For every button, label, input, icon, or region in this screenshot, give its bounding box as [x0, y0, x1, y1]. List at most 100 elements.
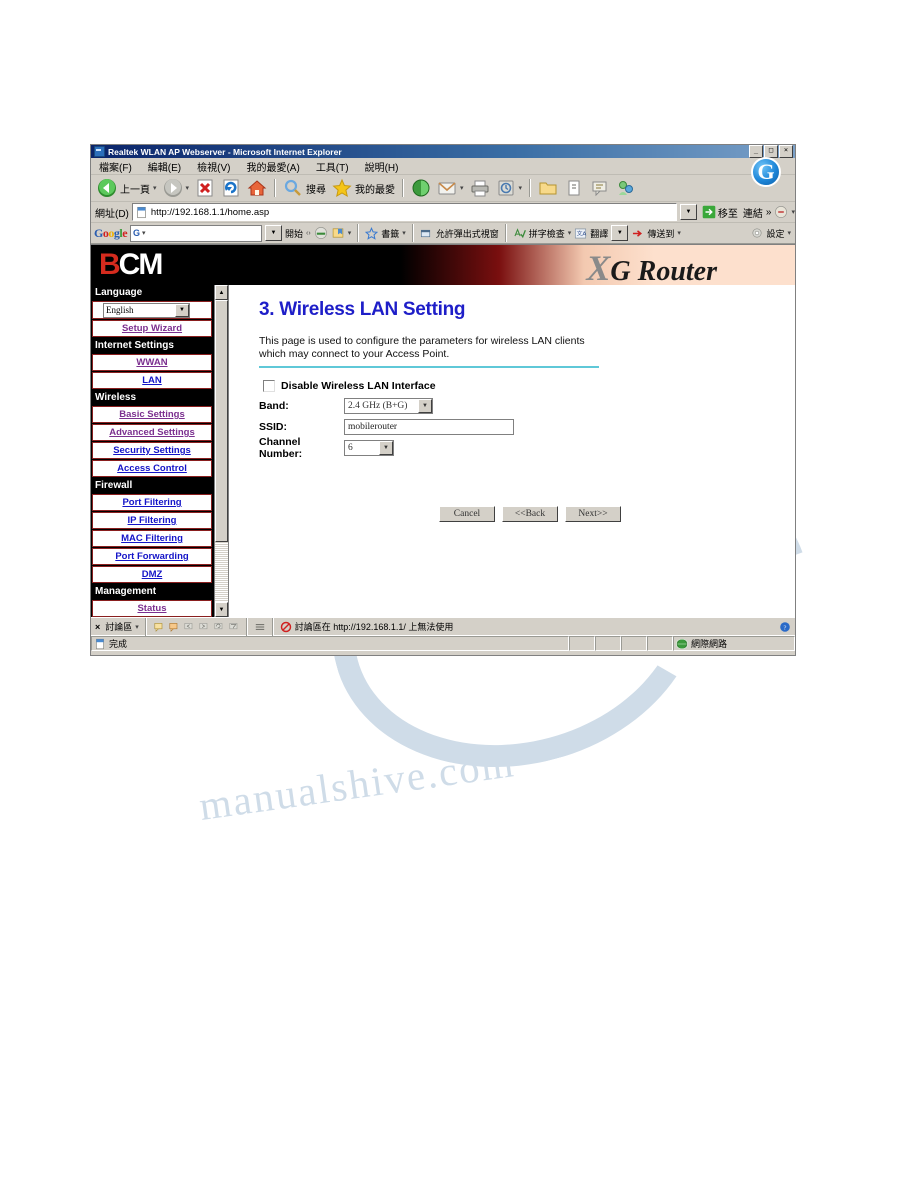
chevron-down-icon[interactable]: ▼ — [418, 399, 432, 413]
stop-button[interactable] — [193, 177, 217, 199]
forward-caret-icon[interactable]: ▾ — [186, 184, 190, 192]
google-settings-button[interactable]: 設定 — [766, 227, 784, 240]
band-label: Band: — [259, 400, 289, 412]
refresh-icon — [223, 179, 239, 197]
google-popup-button[interactable]: 允許彈出式視窗 — [436, 227, 499, 240]
forward-button[interactable]: ▾ — [161, 177, 192, 199]
menu-edit[interactable]: 編輯(E) — [148, 159, 181, 174]
sidebar-item-wwan[interactable]: WWAN — [92, 354, 212, 371]
refresh-discussion-icon[interactable] — [213, 621, 225, 633]
search-button[interactable]: 搜尋 — [281, 177, 328, 199]
mail-caret-icon[interactable]: ▾ — [460, 184, 464, 192]
print-button[interactable] — [468, 177, 492, 199]
google-sendto-button[interactable]: 傳送到 — [647, 227, 674, 240]
sidebar-item-security-settings[interactable]: Security Settings — [92, 442, 212, 459]
google-translate-dropdown-icon[interactable]: ▼ — [611, 225, 629, 241]
address-input[interactable]: http://192.168.1.1/home.asp — [131, 203, 677, 221]
google-settings-caret-icon[interactable]: ▾ — [787, 229, 791, 237]
discuss-button[interactable] — [588, 177, 612, 199]
google-search-dropdown-icon[interactable]: ▼ — [265, 225, 283, 241]
menu-help[interactable]: 說明(H) — [365, 159, 399, 174]
discussion-status-message: 討論區在 http://192.168.1.1/ 上無法使用 — [294, 622, 454, 632]
scroll-down-icon[interactable]: ▼ — [215, 602, 228, 617]
next-discussion-icon[interactable] — [198, 621, 210, 633]
google-sendto-caret-icon[interactable]: ▾ — [677, 229, 681, 237]
favorites-button[interactable]: 我的最愛 — [330, 177, 397, 199]
folder-button[interactable] — [536, 177, 560, 199]
scrollbar-thumb[interactable] — [215, 300, 228, 542]
cancel-button[interactable]: Cancel — [439, 506, 495, 522]
google-search-input[interactable]: G ▾ — [130, 224, 263, 242]
subscribe-discussion-icon[interactable] — [254, 621, 266, 633]
close-button[interactable]: × — [779, 145, 793, 158]
back-button[interactable]: <<Back — [502, 506, 558, 522]
history-caret-icon[interactable]: ▾ — [519, 184, 523, 192]
sidebar-item-label: Basic Settings — [119, 409, 185, 420]
window-controls: _ □ × — [749, 145, 794, 158]
back-caret-icon[interactable]: ▾ — [153, 184, 157, 192]
refresh-button[interactable] — [219, 177, 243, 199]
disable-wlan-checkbox[interactable] — [263, 380, 275, 392]
channel-select[interactable]: 6 ▼ — [344, 440, 394, 456]
links-overflow-icon[interactable]: » — [766, 207, 772, 218]
menu-view[interactable]: 檢視(V) — [197, 159, 230, 174]
prev-discussion-icon[interactable] — [183, 621, 195, 633]
google-start-caret-icon[interactable]: ‹› — [306, 230, 311, 237]
sidebar-item-port-forwarding[interactable]: Port Forwarding — [92, 548, 212, 565]
chevron-down-icon[interactable]: ▼ — [379, 441, 393, 455]
links-caret-icon[interactable]: ▾ — [791, 208, 795, 216]
google-bookmarks-button[interactable]: 書籤 — [381, 227, 399, 240]
sidebar-item-port-filtering[interactable]: Port Filtering — [92, 494, 212, 511]
menu-favorites[interactable]: 我的最愛(A) — [246, 159, 299, 174]
discussion-menu-button[interactable]: 討論區 — [105, 620, 132, 633]
google-spellcheck-caret-icon[interactable]: ▾ — [568, 229, 572, 237]
minimize-button[interactable]: _ — [749, 145, 763, 158]
reply-discussion-icon[interactable] — [168, 621, 180, 633]
next-button[interactable]: Next>> — [565, 506, 621, 522]
sidebar-item-access-control[interactable]: Access Control — [92, 460, 212, 477]
sidebar-item-lan[interactable]: LAN — [92, 372, 212, 389]
media-button[interactable] — [409, 177, 433, 199]
discussion-caret-icon[interactable]: ▾ — [135, 623, 139, 631]
scroll-up-icon[interactable]: ▲ — [215, 285, 228, 300]
language-select[interactable]: English ▼ — [103, 302, 190, 318]
address-dropdown-icon[interactable]: ▼ — [679, 204, 697, 220]
insert-discussion-icon[interactable] — [153, 621, 165, 633]
filter-discussion-icon[interactable] — [228, 621, 240, 633]
edit-button[interactable] — [562, 177, 586, 199]
help-icon[interactable]: ? — [779, 621, 791, 633]
google-spellcheck-button[interactable]: 拼字檢查 — [529, 227, 565, 240]
menu-file[interactable]: 檔案(F) — [99, 159, 132, 174]
ssid-input[interactable]: mobilerouter — [344, 419, 514, 435]
home-button[interactable] — [245, 177, 269, 199]
google-translate-button[interactable]: 翻譯 — [590, 227, 608, 240]
google-bookmark-caret-icon[interactable]: ▾ — [348, 229, 352, 237]
google-bookmarks-caret-icon[interactable]: ▾ — [402, 229, 406, 237]
sidebar-item-setup-wizard[interactable]: Setup Wizard — [92, 320, 212, 337]
go-button[interactable]: 移至 — [700, 205, 740, 220]
back-button[interactable]: 上一頁 ▾ — [95, 177, 159, 199]
discussion-close-icon[interactable]: × — [93, 622, 102, 632]
band-select[interactable]: 2.4 GHz (B+G) ▼ — [344, 398, 433, 414]
history-button[interactable]: ▾ — [494, 177, 525, 199]
stop-icon — [197, 179, 213, 197]
mail-button[interactable]: ▾ — [435, 177, 466, 199]
sidebar-scrollbar[interactable]: ▲ ▼ — [214, 285, 228, 617]
sidebar-item-advanced-settings[interactable]: Advanced Settings — [92, 424, 212, 441]
sidebar-item-basic-settings[interactable]: Basic Settings — [92, 406, 212, 423]
menu-tools[interactable]: 工具(T) — [316, 159, 349, 174]
sidebar-item-dmz[interactable]: DMZ — [92, 566, 212, 583]
link-favicon-icon[interactable] — [774, 205, 788, 219]
security-zone-cell[interactable]: 網際網路 — [673, 636, 795, 651]
scrollbar-track[interactable] — [215, 542, 228, 602]
links-label[interactable]: 連結 — [743, 205, 763, 220]
google-bookmark-icon[interactable] — [331, 226, 345, 240]
sidebar-item-mac-filtering[interactable]: MAC Filtering — [92, 530, 212, 547]
messenger-button[interactable] — [614, 177, 638, 199]
google-search-caret-icon[interactable]: ▾ — [142, 229, 146, 237]
chevron-down-icon[interactable]: ▼ — [175, 303, 189, 317]
google-pagerank-icon[interactable] — [314, 226, 328, 240]
google-start-button[interactable]: 開始 — [285, 227, 303, 240]
sidebar-item-ip-filtering[interactable]: IP Filtering — [92, 512, 212, 529]
sidebar-item-status[interactable]: Status — [92, 600, 212, 617]
